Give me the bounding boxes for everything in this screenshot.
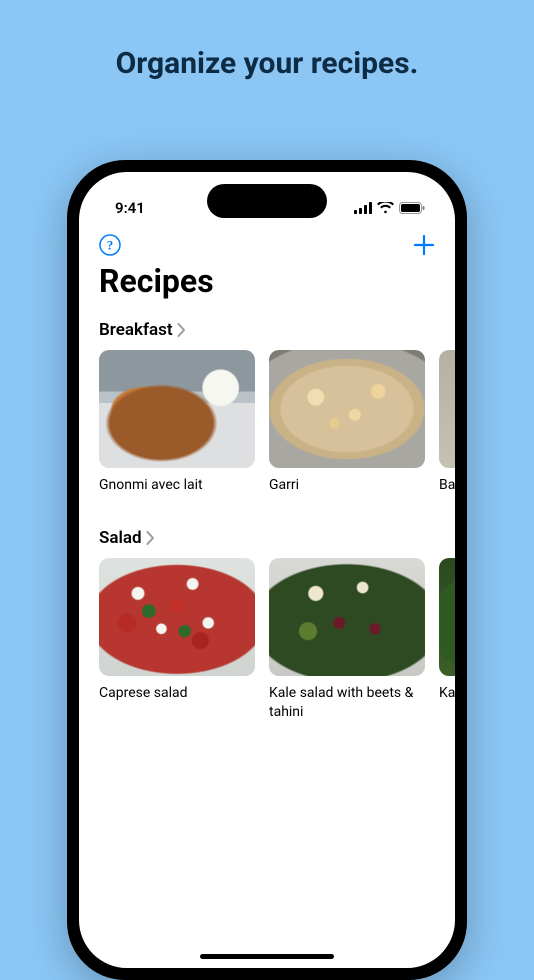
recipe-card[interactable]: Gnonmi avec lait [99,350,255,512]
section-salad: Salad Caprese salad Kale salad with beet… [79,520,455,722]
recipe-thumbnail [439,350,455,468]
recipe-row-breakfast[interactable]: Gnonmi avec lait Garri Bana [79,350,455,512]
recipe-name: Garri [269,468,425,512]
recipe-name: Caprese salad [99,676,255,720]
chevron-right-icon [146,531,155,545]
add-button[interactable] [413,234,435,256]
recipe-thumbnail [439,558,455,676]
section-title: Breakfast [99,320,173,340]
dynamic-island [207,184,327,218]
recipe-name: Gnonmi avec lait [99,468,255,512]
help-button[interactable]: ? [99,234,121,256]
phone-screen: 9:41 ? Recipes [79,172,455,968]
recipe-thumbnail [99,350,255,468]
recipe-name: Bana [439,468,455,512]
recipe-name: Kale salad with beets & tahini [269,676,425,722]
marketing-tagline: Organize your recipes. [0,0,534,81]
recipe-thumbnail [269,350,425,468]
recipe-thumbnail [269,558,425,676]
recipe-row-salad[interactable]: Caprese salad Kale salad with beets & ta… [79,558,455,722]
wifi-icon [377,202,394,214]
home-indicator[interactable] [200,954,334,959]
recipe-name: Kale mang [439,676,455,720]
recipe-card[interactable]: Caprese salad [99,558,255,722]
chevron-right-icon [177,323,186,337]
phone-frame: 9:41 ? Recipes [67,160,467,980]
recipe-thumbnail [99,558,255,676]
recipe-card[interactable]: Bana [439,350,455,512]
status-time: 9:41 [115,199,145,217]
section-breakfast: Breakfast Gnonmi avec lait Garri [79,312,455,512]
recipe-card[interactable]: Kale mang [439,558,455,722]
section-title: Salad [99,528,142,548]
svg-text:?: ? [107,238,114,253]
recipe-card[interactable]: Kale salad with beets & tahini [269,558,425,722]
status-right [354,202,425,214]
nav-bar: ? [79,226,455,260]
battery-icon [399,202,425,214]
page-title: Recipes [79,260,455,312]
content[interactable]: Breakfast Gnonmi avec lait Garri [79,312,455,968]
recipe-card[interactable]: Garri [269,350,425,512]
section-header-breakfast[interactable]: Breakfast [79,312,455,350]
section-header-salad[interactable]: Salad [79,520,455,558]
cellular-icon [354,202,372,214]
